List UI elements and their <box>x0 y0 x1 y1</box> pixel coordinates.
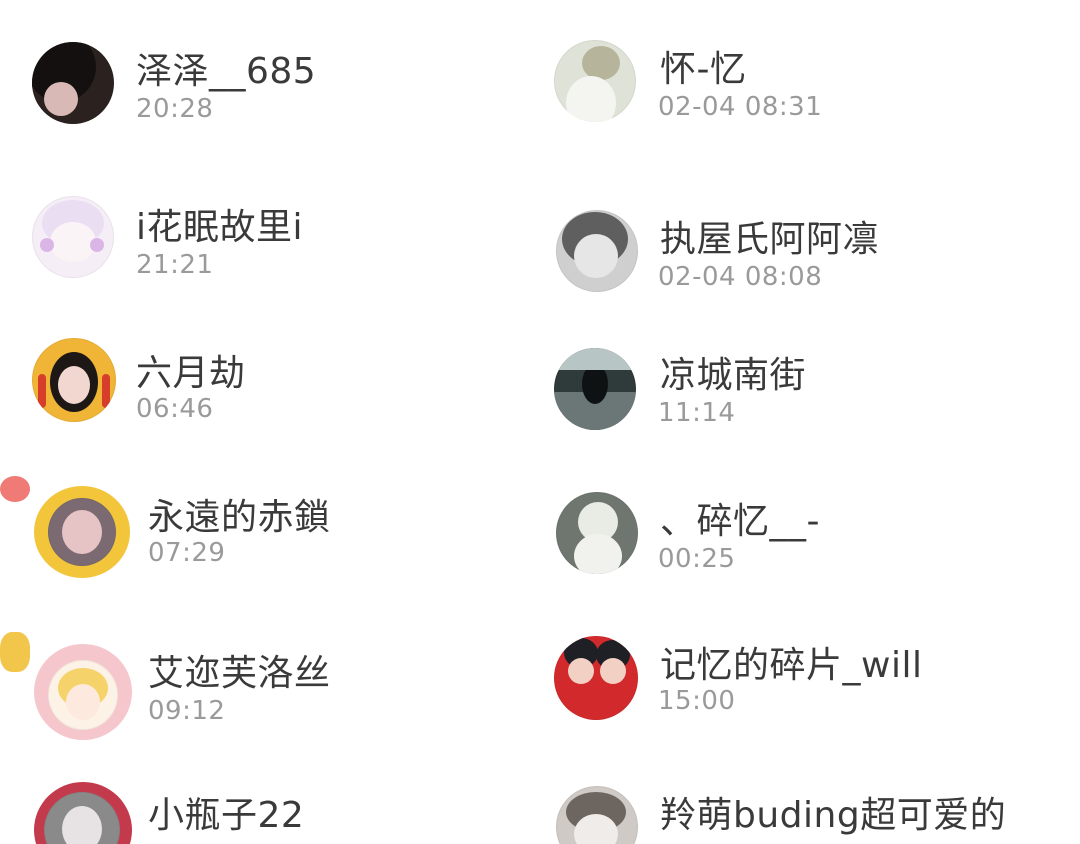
user-name[interactable]: i花眠故里i <box>136 198 303 250</box>
user-name[interactable]: 执屋氏阿阿凛 <box>660 210 879 262</box>
avatar-red-duo[interactable] <box>554 636 638 720</box>
sweet-potato-icon <box>0 632 30 672</box>
avatar-cat-frame-girl[interactable] <box>48 660 118 730</box>
user-item[interactable]: 羚萌buding超可爱的 <box>540 776 1080 844</box>
avatar-red-frame[interactable] <box>44 792 120 844</box>
user-item[interactable]: 凉城南街 11:14 <box>540 336 1080 436</box>
avatar-sketch-cat[interactable] <box>556 786 638 844</box>
user-name[interactable]: 、碎忆__- <box>660 492 820 544</box>
user-time: 00:25 <box>658 544 736 574</box>
user-time: 02-04 08:08 <box>658 262 823 292</box>
user-time: 06:46 <box>136 394 214 424</box>
pig-frame-icon <box>34 486 130 578</box>
followers-list: 泽泽__685 20:28 怀-忆 02-04 08:31 i花眠故里i 21:… <box>0 0 1080 844</box>
user-item[interactable]: 、碎忆__- 00:25 <box>540 482 1080 582</box>
user-time: 11:14 <box>658 398 736 428</box>
user-name[interactable]: 羚萌buding超可爱的 <box>660 786 1006 838</box>
user-name[interactable]: 泽泽__685 <box>136 42 316 94</box>
avatar-dark-portrait[interactable] <box>32 42 114 124</box>
user-item[interactable]: 六月劫 06:46 <box>0 332 540 432</box>
user-item[interactable]: 永遠的赤鎖 07:29 <box>0 476 540 578</box>
cat-frame-icon <box>34 644 132 740</box>
user-name[interactable]: 艾迩芙洛丝 <box>148 644 331 696</box>
red-frame-icon <box>34 782 132 844</box>
user-name[interactable]: 小瓶子22 <box>148 786 304 838</box>
user-name[interactable]: 记忆的碎片_will <box>660 636 922 688</box>
avatar-pig-frame[interactable] <box>48 498 116 566</box>
user-name[interactable]: 永遠的赤鎖 <box>148 488 331 540</box>
heart-icon <box>0 476 30 502</box>
user-item[interactable]: 艾迩芙洛丝 09:12 <box>0 632 540 740</box>
user-item[interactable]: i花眠故里i 21:21 <box>0 186 540 286</box>
user-item[interactable]: 怀-忆 02-04 08:31 <box>540 30 1080 130</box>
user-time: 21:21 <box>136 250 214 280</box>
user-item[interactable]: 记忆的碎片_will 15:00 <box>540 626 1080 726</box>
user-time: 09:12 <box>148 696 226 726</box>
user-time: 07:29 <box>148 538 226 568</box>
user-item[interactable]: 泽泽__685 20:28 <box>0 30 540 130</box>
avatar-cat-dark[interactable] <box>556 492 638 574</box>
avatar-grey-anime[interactable] <box>556 210 638 292</box>
user-name[interactable]: 凉城南街 <box>660 346 806 398</box>
user-item[interactable]: 执屋氏阿阿凛 02-04 08:08 <box>540 200 1080 300</box>
user-time: 20:28 <box>136 94 214 124</box>
avatar-dog-frame-girl[interactable] <box>32 338 116 422</box>
user-time: 15:00 <box>658 686 736 716</box>
user-name[interactable]: 怀-忆 <box>660 40 747 92</box>
avatar-sketch-girl[interactable] <box>554 40 636 122</box>
user-name[interactable]: 六月劫 <box>136 344 246 396</box>
user-time: 02-04 08:31 <box>658 92 823 122</box>
avatar-sea-silhouette[interactable] <box>554 348 636 430</box>
user-item[interactable]: 小瓶子22 <box>0 774 540 844</box>
avatar-pastel-anime[interactable] <box>32 196 114 278</box>
